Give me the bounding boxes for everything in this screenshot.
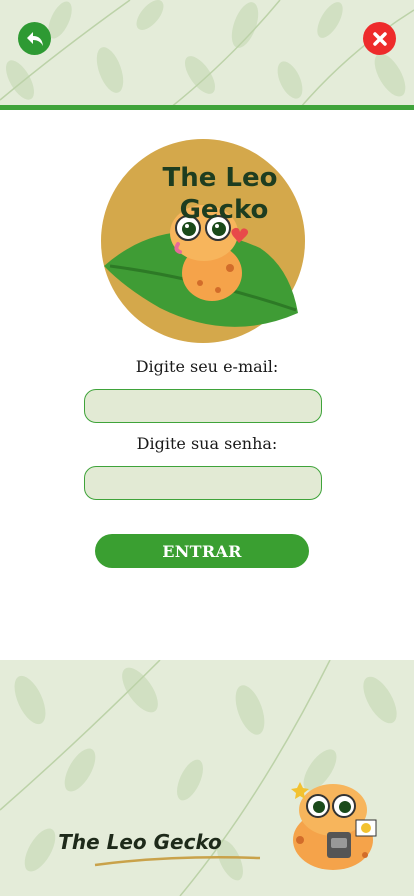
password-label: Digite sua senha: [136,434,278,453]
mascot-gecko-icon [291,782,377,870]
footer-leaf-pattern [0,660,397,896]
email-field[interactable] [84,389,322,423]
app-logo: The Leo Gecko [100,138,306,344]
leaf-pattern-background [0,0,414,108]
logo-title-line1: The Leo [163,163,278,193]
close-button[interactable] [363,22,396,55]
back-arrow-icon [26,31,43,46]
top-bar [0,0,414,108]
header-divider [0,105,414,110]
back-button[interactable] [18,22,51,55]
footer-area: The Leo Gecko [0,660,414,896]
email-label: Digite seu e-mail: [135,357,279,376]
logo-title-line2: Gecko [180,195,269,225]
password-field[interactable] [84,466,322,500]
close-x-icon [372,31,387,46]
footer-brand-text: The Leo Gecko [58,830,222,854]
login-button[interactable]: ENTRAR [95,534,309,568]
